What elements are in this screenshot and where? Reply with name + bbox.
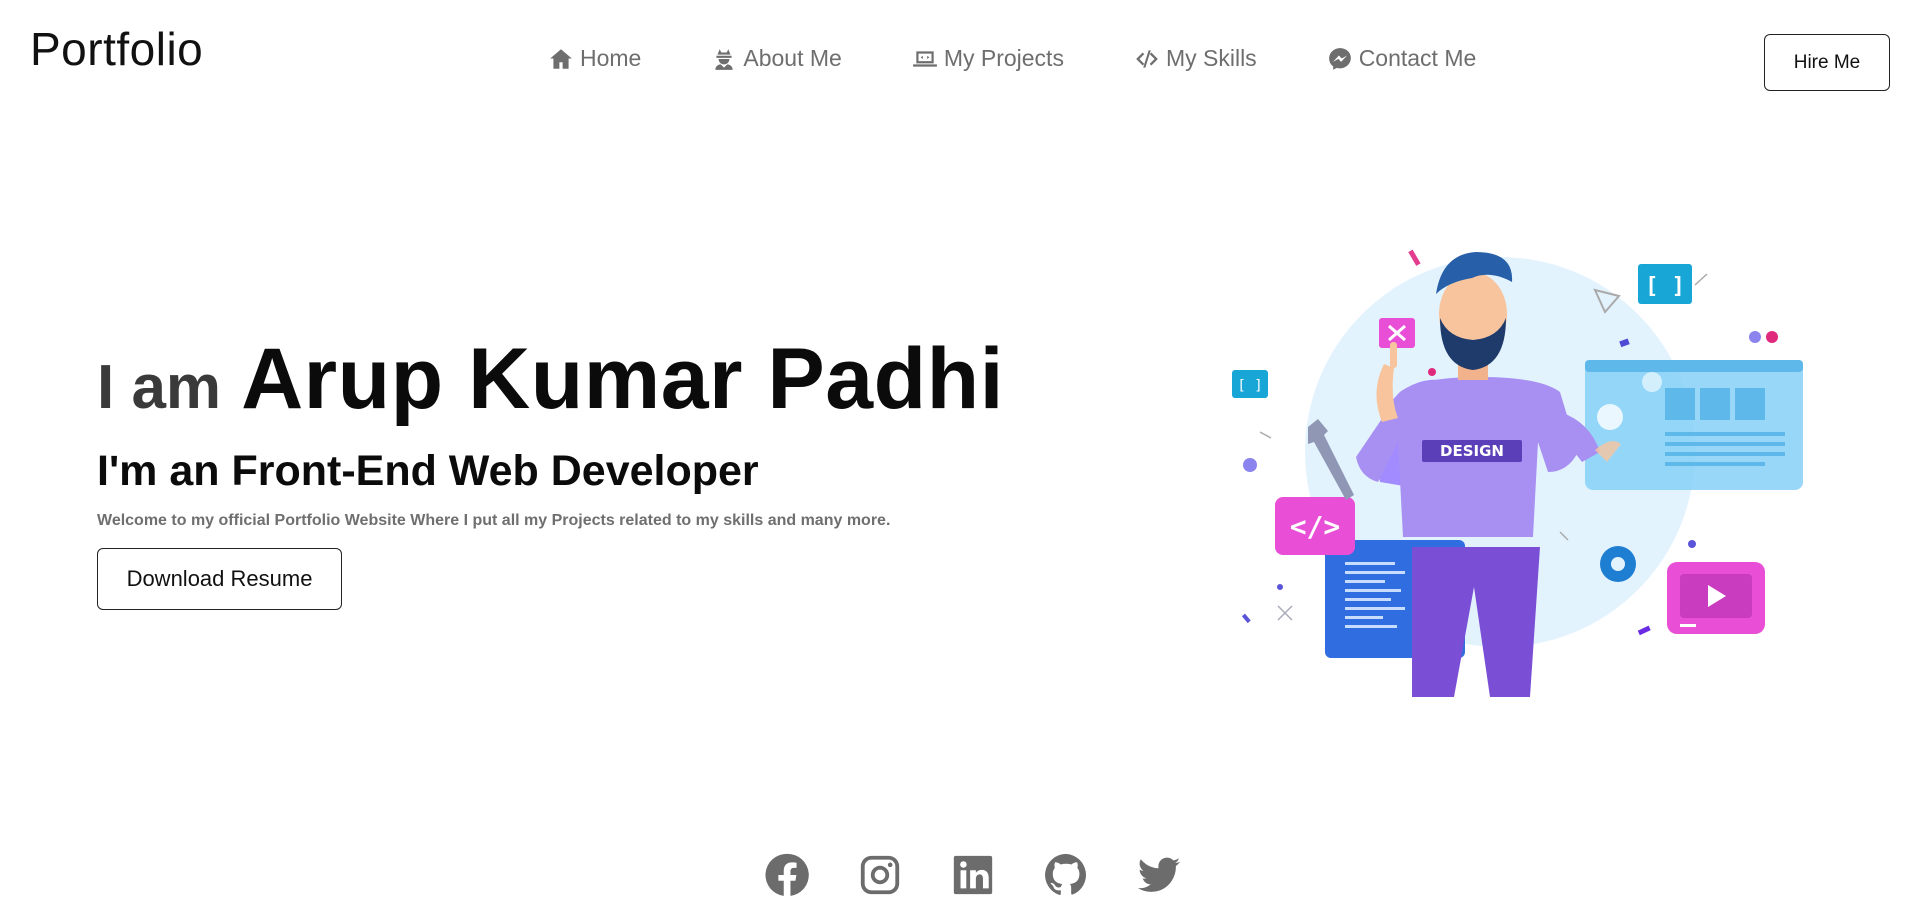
twitter-icon [1137, 857, 1181, 892]
code-icon [1136, 49, 1158, 68]
nav-item-label: My Projects [943, 45, 1064, 71]
nav-item-about[interactable]: About Me [711, 45, 842, 72]
hero-name: Arup Kumar Padhi [241, 331, 1005, 427]
download-resume-button[interactable]: Download Resume [97, 548, 342, 610]
design-badge: DESIGN [1440, 442, 1504, 460]
social-links [764, 852, 1182, 898]
hire-me-button[interactable]: Hire Me [1764, 34, 1890, 91]
facebook-icon [765, 853, 809, 896]
nav-item-projects[interactable]: My Projects [912, 45, 1064, 72]
hero-role: I'm an Front-End Web Developer [97, 447, 759, 495]
nav-item-label: My Skills [1165, 45, 1257, 71]
navbar: Portfolio Home About Me My Projects My S… [0, 0, 1920, 110]
code-tag-label: </> [1290, 510, 1341, 543]
bracket-label-right: [ ] [1645, 274, 1685, 299]
nav-item-contact[interactable]: Contact Me [1327, 45, 1477, 72]
hero-section: I am Arup Kumar Padhi I'm an Front-End W… [97, 330, 1097, 610]
nav-item-label: Home [580, 45, 642, 71]
main-nav: Home About Me My Projects My Skills Cont… [548, 45, 1476, 72]
facebook-link[interactable] [764, 852, 810, 898]
user-secret-icon [715, 48, 734, 70]
nav-item-skills[interactable]: My Skills [1134, 45, 1257, 72]
bracket-label-left: [ ] [1237, 378, 1262, 394]
nav-item-label: Contact Me [1358, 45, 1477, 71]
github-link[interactable] [1043, 852, 1089, 898]
hero-welcome-text: Welcome to my official Portfolio Website… [97, 512, 891, 529]
nav-item-home[interactable]: Home [548, 45, 641, 72]
hero-heading: I am Arup Kumar Padhi [97, 330, 1097, 429]
twitter-link[interactable] [1136, 852, 1182, 898]
instagram-link[interactable] [857, 852, 903, 898]
developer-illustration-svg: [ ] [ ] </> DESIGN [1232, 249, 1803, 697]
laptop-code-icon [912, 50, 937, 67]
linkedin-icon [953, 855, 993, 895]
messenger-icon [1328, 47, 1351, 70]
site-logo[interactable]: Portfolio [30, 22, 203, 76]
instagram-icon [860, 855, 900, 895]
greeting-text: I am [97, 353, 222, 422]
home-icon [550, 48, 572, 69]
linkedin-link[interactable] [950, 852, 996, 898]
nav-item-label: About Me [743, 45, 842, 71]
developer-illustration: [ ] [ ] </> DESIGN [1140, 222, 1820, 697]
github-icon [1045, 853, 1086, 895]
